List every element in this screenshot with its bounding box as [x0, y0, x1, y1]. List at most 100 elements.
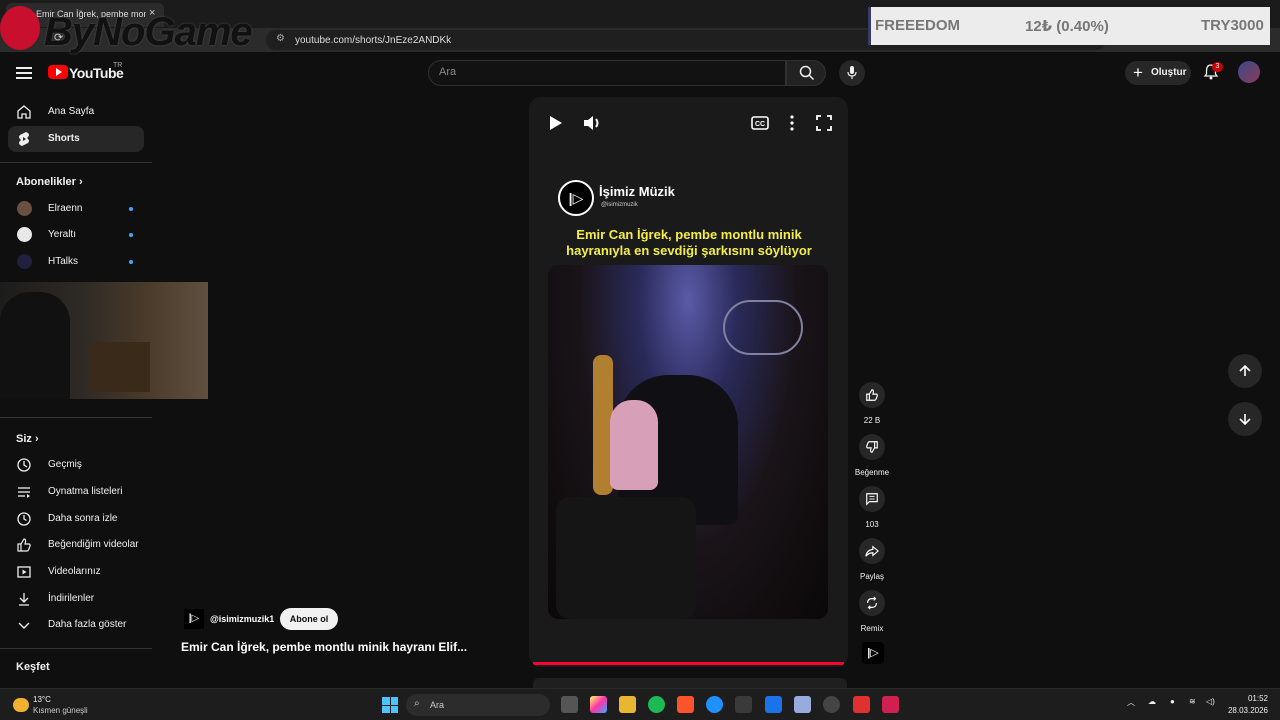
- shorts-icon: [19, 132, 29, 146]
- volume-icon[interactable]: [580, 111, 604, 135]
- more-options-icon[interactable]: [780, 111, 804, 135]
- next-short-button[interactable]: [1228, 402, 1262, 436]
- weather-temperature[interactable]: 13°C: [33, 695, 51, 704]
- video-title[interactable]: Emir Can İğrek, pembe montlu minik hayra…: [181, 640, 467, 654]
- next-short-preview[interactable]: [533, 678, 847, 688]
- tray-overflow-icon[interactable]: ︿: [1127, 697, 1135, 708]
- svg-text:CC: CC: [755, 121, 765, 128]
- onedrive-icon[interactable]: ☁: [1148, 697, 1156, 706]
- sidebar-divider: [0, 417, 152, 418]
- youtube-logo-icon[interactable]: [48, 65, 68, 79]
- ticker-target: TRY3000: [1201, 17, 1264, 34]
- captions-icon[interactable]: CC: [748, 111, 772, 135]
- home-icon: [17, 105, 31, 119]
- ticker-change: 12₺ (0.40%): [1025, 18, 1109, 35]
- previous-short-button[interactable]: [1228, 354, 1262, 388]
- liked-icon: [17, 538, 31, 552]
- mail-icon[interactable]: [765, 696, 782, 713]
- dislike-label: Beğenme: [854, 468, 890, 477]
- sidebar-item-downloads[interactable]: İndirilenler: [8, 586, 144, 612]
- account-avatar[interactable]: [1238, 61, 1260, 83]
- url-text: youtube.com/shorts/JnEze2ANDKk: [295, 35, 452, 46]
- sidebar-item-label: Beğendiğim videolar: [48, 539, 139, 550]
- comments-button[interactable]: [859, 486, 885, 512]
- volume-tray-icon[interactable]: ◁): [1206, 697, 1215, 706]
- you-heading[interactable]: Siz ›: [16, 433, 39, 445]
- sidebar-item-shorts[interactable]: Shorts: [8, 126, 144, 152]
- remix-button[interactable]: [859, 590, 885, 616]
- chevron-down-icon: [18, 622, 30, 629]
- like-button[interactable]: [859, 382, 885, 408]
- dislike-button[interactable]: [859, 434, 885, 460]
- downloads-icon: [19, 593, 29, 606]
- network-icon[interactable]: ≋: [1189, 697, 1196, 706]
- sidebar-item-show-more[interactable]: Daha fazla göster: [8, 612, 144, 638]
- store-icon[interactable]: [735, 696, 752, 713]
- share-button[interactable]: [859, 538, 885, 564]
- sidebar-item-playlists[interactable]: Oynatma listeleri: [8, 479, 144, 505]
- create-button[interactable]: + Oluştur: [1125, 61, 1191, 85]
- video-channel-logo-icon: |▷: [558, 180, 594, 216]
- video-channel-name: İşimiz Müzik: [599, 184, 675, 199]
- copilot-icon[interactable]: [590, 696, 607, 713]
- sidebar-item-label: Oynatma listeleri: [48, 486, 123, 497]
- file-explorer-icon[interactable]: [619, 696, 636, 713]
- webcam-overlay: [0, 282, 208, 399]
- subscriptions-heading[interactable]: Abonelikler ›: [16, 176, 83, 188]
- sidebar-item-label: Ana Sayfa: [48, 106, 95, 117]
- app-pink-icon[interactable]: [882, 696, 899, 713]
- new-content-dot: [129, 233, 133, 237]
- create-label: Oluştur: [1151, 67, 1187, 78]
- your-videos-icon: [17, 566, 31, 578]
- windows-start-icon[interactable]: [382, 697, 398, 713]
- weather-sun-icon[interactable]: [13, 698, 29, 712]
- spotify-icon[interactable]: [648, 696, 665, 713]
- search-input[interactable]: [439, 66, 769, 78]
- sidebar-item-label: Yeraltı: [48, 229, 76, 240]
- clock-date[interactable]: 28.03.2026: [1226, 706, 1268, 715]
- channel-avatar: [17, 201, 32, 216]
- hamburger-menu-icon[interactable]: [16, 64, 32, 80]
- watermark-logo-icon: [0, 6, 40, 50]
- brave-browser-icon[interactable]: [677, 696, 694, 713]
- thumbs-down-icon: [866, 441, 878, 453]
- sidebar-item-htalks[interactable]: HTalks: [8, 249, 144, 275]
- channel-thumbnail-icon[interactable]: |▷: [862, 642, 884, 664]
- weather-description[interactable]: Kısmen güneşli: [33, 706, 88, 715]
- history-icon: [17, 458, 31, 472]
- video-progress-bar[interactable]: [533, 662, 844, 665]
- ticker-name: FREEEDOM: [875, 17, 961, 34]
- sidebar-item-yeralti[interactable]: Yeraltı: [8, 222, 144, 248]
- comment-icon: [866, 493, 878, 506]
- sidebar-item-watch-later[interactable]: Daha sonra izle: [8, 506, 144, 532]
- sidebar-item-liked-videos[interactable]: Beğendiğim videolar: [8, 532, 144, 558]
- app-icon[interactable]: [794, 696, 811, 713]
- shorts-player[interactable]: CC |▷ İşimiz Müzik @isimizmuzik Emir Can…: [529, 97, 848, 667]
- search-button[interactable]: [786, 60, 826, 86]
- phone-shape: [556, 497, 696, 619]
- notification-badge: 3: [1212, 62, 1223, 72]
- tray-mic-icon[interactable]: ●: [1170, 697, 1175, 706]
- explore-heading: Keşfet: [16, 661, 50, 673]
- sidebar-item-your-videos[interactable]: Videolarınız: [8, 559, 144, 585]
- site-info-icon[interactable]: ⚙: [276, 33, 285, 44]
- taskbar-search[interactable]: ⌕ Ara: [406, 694, 550, 716]
- edge-browser-icon[interactable]: [706, 696, 723, 713]
- sidebar-item-label: Shorts: [48, 133, 80, 144]
- sidebar-item-elraenn[interactable]: Elraenn: [8, 196, 144, 222]
- info-channel-handle[interactable]: @isimizmuzik1: [210, 614, 274, 624]
- search-icon: ⌕: [414, 698, 420, 709]
- task-view-icon[interactable]: [561, 696, 578, 713]
- sidebar-item-home[interactable]: Ana Sayfa: [8, 99, 144, 125]
- fullscreen-icon[interactable]: [812, 111, 836, 135]
- arrow-down-icon: [1239, 414, 1251, 426]
- play-icon[interactable]: [543, 111, 567, 135]
- sidebar-item-history[interactable]: Geçmiş: [8, 452, 144, 478]
- app-red-icon[interactable]: [853, 696, 870, 713]
- subscribe-button[interactable]: Abone ol: [280, 608, 338, 630]
- voice-search-button[interactable]: [839, 60, 865, 86]
- clock-time[interactable]: 01:52: [1234, 694, 1268, 703]
- settings-icon[interactable]: [823, 696, 840, 713]
- watermark-text: ByNoGame: [44, 10, 253, 54]
- info-channel-logo-icon[interactable]: |▷: [184, 609, 204, 629]
